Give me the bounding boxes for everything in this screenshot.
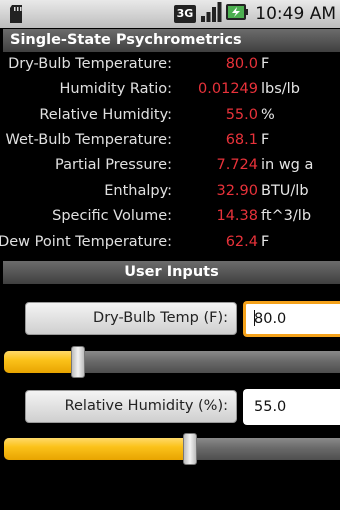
result-row-dry-bulb: Dry-Bulb Temperature: 80.0 F: [0, 52, 340, 77]
result-row-relative-humidity: Relative Humidity: 55.0 %: [0, 103, 340, 128]
result-value: 62.4: [225, 234, 258, 250]
result-label: Partial Pressure:: [55, 157, 172, 173]
relative-humidity-input[interactable]: 55.0: [243, 389, 340, 425]
result-label: Wet-Bulb Temperature:: [5, 132, 172, 148]
result-label: Specific Volume:: [52, 208, 172, 224]
user-inputs-section-header: User Inputs: [3, 261, 340, 284]
result-label: Humidity Ratio:: [59, 81, 172, 97]
result-value: 32.90: [216, 183, 258, 199]
result-value: 55.0: [225, 107, 258, 123]
result-value: 80.0: [225, 56, 258, 72]
result-value: 14.38: [216, 208, 258, 224]
network-3g-icon: 3G: [173, 5, 197, 23]
result-unit: lbs/lb: [261, 81, 300, 97]
result-row-partial-pressure: Partial Pressure: 7.724 in wg a: [0, 153, 340, 178]
battery-icon: [226, 2, 249, 26]
result-unit: F: [261, 132, 270, 148]
signal-strength-icon: [200, 2, 222, 26]
result-row-dew-point: Dew Point Temperature: 62.4 F: [0, 230, 340, 255]
result-value: 0.01249: [198, 81, 258, 97]
dry-bulb-temp-slider[interactable]: [4, 346, 340, 378]
clock: 10:49 AM: [255, 4, 336, 24]
results-section-header: Single-State Psychrometrics: [3, 29, 340, 52]
result-value: 7.724: [216, 157, 258, 173]
result-unit: %: [261, 107, 275, 123]
result-unit: F: [261, 56, 270, 72]
dry-bulb-temp-input[interactable]: 80.0: [243, 301, 340, 337]
relative-humidity-value: 55.0: [254, 399, 287, 415]
slider-thumb[interactable]: [183, 433, 198, 465]
sd-card-icon: [10, 5, 24, 27]
result-value: 68.1: [225, 132, 258, 148]
dry-bulb-temp-button[interactable]: Dry-Bulb Temp (F):: [25, 302, 237, 335]
result-row-specific-volume: Specific Volume: 14.38 ft^3/lb: [0, 204, 340, 229]
result-row-wet-bulb: Wet-Bulb Temperature: 68.1 F: [0, 128, 340, 153]
result-unit: ft^3/lb: [261, 208, 312, 224]
result-label: Dew Point Temperature:: [0, 234, 172, 250]
slider-fill: [4, 351, 78, 373]
result-unit: BTU/lb: [261, 183, 309, 199]
relative-humidity-button[interactable]: Relative Humidity (%):: [25, 390, 237, 423]
dry-bulb-temp-value: 80.0: [254, 311, 287, 327]
slider-fill: [4, 438, 191, 460]
slider-thumb[interactable]: [70, 346, 85, 378]
result-unit: in wg a: [261, 157, 314, 173]
status-bar: 3G 10:49 AM: [0, 0, 340, 28]
relative-humidity-slider[interactable]: [4, 433, 340, 465]
result-label: Enthalpy:: [104, 183, 172, 199]
result-unit: F: [261, 234, 270, 250]
result-label: Relative Humidity:: [39, 107, 172, 123]
result-label: Dry-Bulb Temperature:: [8, 56, 172, 72]
result-row-enthalpy: Enthalpy: 32.90 BTU/lb: [0, 179, 340, 204]
result-row-humidity-ratio: Humidity Ratio: 0.01249 lbs/lb: [0, 77, 340, 102]
